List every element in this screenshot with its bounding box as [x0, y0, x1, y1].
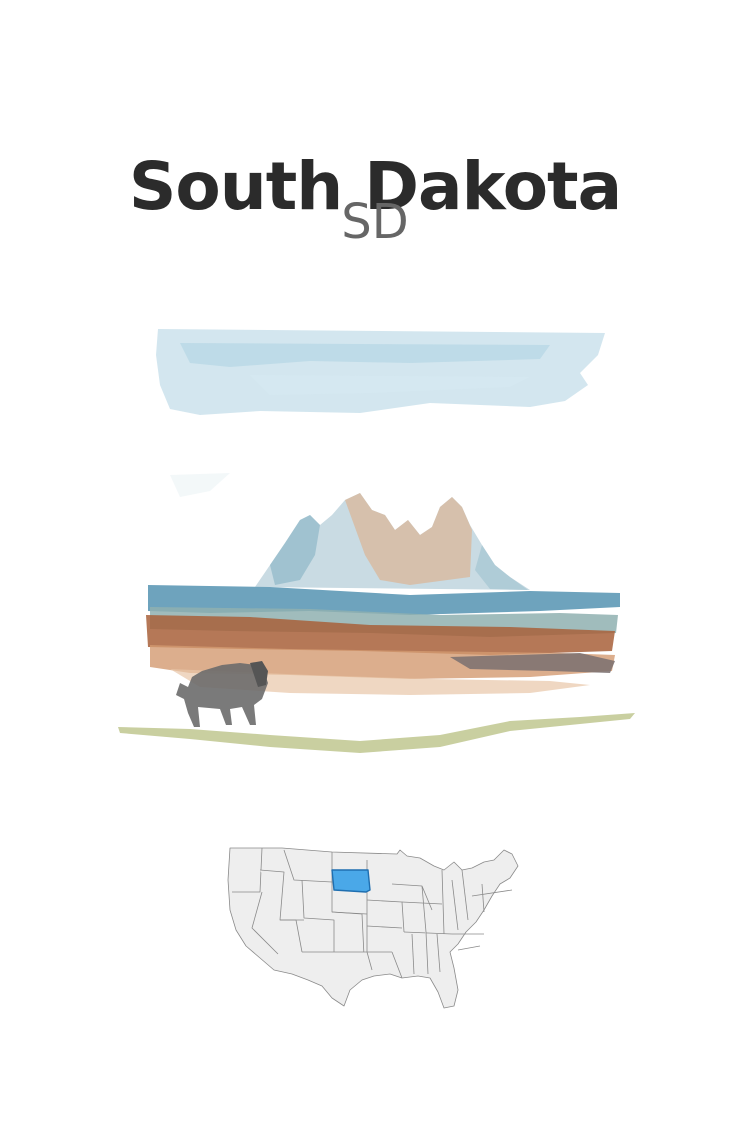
south-dakota-highlight — [331, 869, 371, 893]
badlands-bison-illustration — [118, 329, 635, 753]
sky-wash — [156, 329, 605, 497]
us-map-icon — [227, 847, 519, 1009]
mountain-peaks — [255, 493, 530, 590]
state-abbreviation: SD — [341, 194, 409, 250]
